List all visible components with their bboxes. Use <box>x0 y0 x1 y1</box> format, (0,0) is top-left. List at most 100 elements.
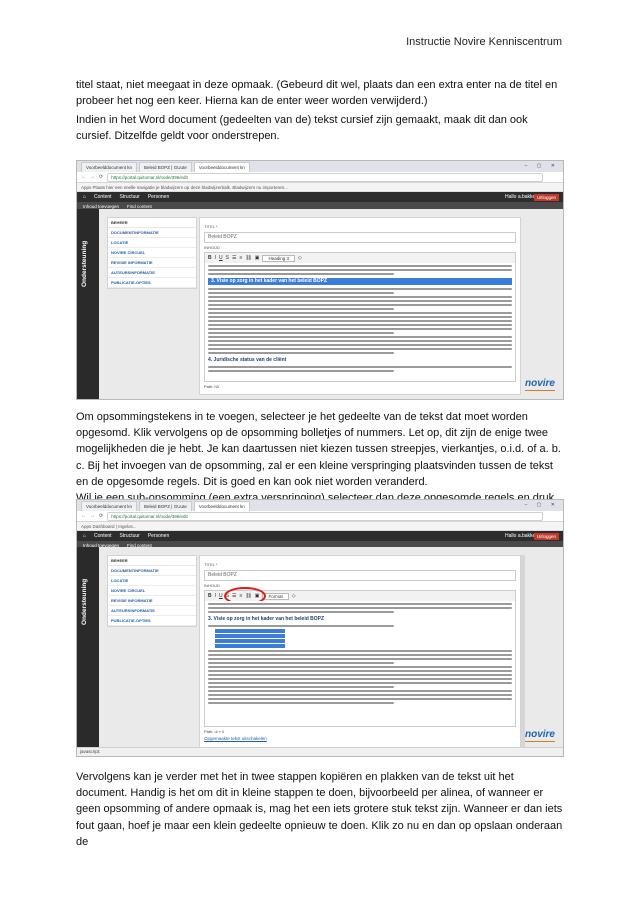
cms-admin-menu: ⌂ Content Structuur Personen Hallo a.bak… <box>77 531 563 541</box>
bookmarks-bar: Apps Plaats hier een snelle navigatie je… <box>77 183 563 192</box>
address-bar: ← → ⟳ https://portal.quitomar.nl/node/39… <box>77 511 563 522</box>
page-header: Instructie Novire Kenniscentrum <box>406 36 562 48</box>
menu-item-people[interactable]: Personen <box>148 194 169 200</box>
underline-icon[interactable]: U <box>219 255 223 261</box>
numbered-list-icon[interactable]: ≡ <box>239 255 242 261</box>
add-content-link[interactable]: Inhoud toevoegen <box>83 204 119 209</box>
paragraph-text: Om opsommingstekens in te voegen, select… <box>76 411 561 488</box>
title-input[interactable]: Beleid BOPZ <box>204 570 516 581</box>
reload-icon[interactable]: ⟳ <box>99 174 103 180</box>
selected-heading: 3. Visie op zorg in het kader van het be… <box>208 278 512 285</box>
browser-tab[interactable]: Voorbeelddocument kn <box>193 501 250 511</box>
bold-icon[interactable]: B <box>208 593 212 599</box>
title-input[interactable]: Beleid BOPZ <box>204 232 516 243</box>
settings-panel: BEHEER DOCUMENTINFORMATIE LOCATIE NOVIRE… <box>107 217 197 289</box>
panel-head: BEHEER <box>108 556 196 566</box>
editor-screenshot-2: Voorbeelddocument kn Beleid BOPZ | GUute… <box>76 499 564 757</box>
title-label: TITEL * <box>204 224 218 229</box>
bookmarks-bar: Apps Dashboard | Ingelos... <box>77 522 563 531</box>
panel-item[interactable]: PUBLICATIE-OPTIES <box>108 616 196 626</box>
element-path: Path: ul » li <box>204 729 224 734</box>
url-input[interactable]: https://portal.quitomar.nl/node/396/edit <box>107 511 543 521</box>
paragraph-text: Vervolgens kan je verder met het in twee… <box>76 771 563 848</box>
window-controls-icon[interactable]: – ▢ ✕ <box>525 502 559 508</box>
content-heading: 4. Juridische status van de cliënt <box>208 357 287 363</box>
link-icon[interactable]: ⛓ <box>245 255 251 261</box>
panel-item[interactable]: NOVIRE CIRCUEL <box>108 248 196 258</box>
panel-item[interactable]: AUTEURSINFORMATIE <box>108 268 196 278</box>
panel-item[interactable]: LOCATIE <box>108 238 196 248</box>
menu-item-structure[interactable]: Structuur <box>120 194 140 200</box>
title-label: TITEL * <box>204 562 218 567</box>
url-input[interactable]: https://portal.quitomar.nl/node/396/edit <box>107 172 543 182</box>
paragraph-title-note: titel staat, niet meegaat in deze opmaak… <box>76 77 564 109</box>
forward-icon[interactable]: → <box>90 513 95 519</box>
element-path: Path: h3 <box>204 384 219 389</box>
window-controls-icon[interactable]: – ▢ ✕ <box>525 163 559 169</box>
disable-rich-text-link[interactable]: Opgemaakte tekst uitschakelen <box>204 736 267 741</box>
selected-list-item <box>215 644 285 648</box>
reload-icon[interactable]: ⟳ <box>99 513 103 519</box>
support-side-tab[interactable]: Ondersteuning <box>77 209 99 399</box>
user-greeting: Hallo a.bakker <box>505 533 537 539</box>
menu-item-structure[interactable]: Structuur <box>120 533 140 539</box>
cms-body: Ondersteuning BEHEER DOCUMENTINFORMATIE … <box>77 547 563 756</box>
format-select[interactable]: Format <box>262 592 289 600</box>
paragraph-copy-paste: Vervolgens kan je verder met het in twee… <box>76 769 564 850</box>
editor-content[interactable]: 3. Visie op zorg in het kader van het be… <box>204 601 516 727</box>
browser-tab[interactable]: Voorbeelddocument kn <box>81 162 138 172</box>
scrollbar[interactable] <box>521 555 525 752</box>
browser-tab[interactable]: Voorbeelddocument kn <box>81 501 138 511</box>
body-label: INHOUD <box>204 245 220 250</box>
content-heading: 3. Visie op zorg in het kader van het be… <box>208 616 325 622</box>
browser-tabbar: Voorbeelddocument kn Beleid BOPZ | GUute… <box>77 161 563 172</box>
novire-logo: novire <box>524 729 555 742</box>
italic-icon[interactable]: I <box>215 593 216 599</box>
logout-button[interactable]: Uitloggen <box>533 532 559 540</box>
panel-item[interactable]: REVISIE INFORMATIE <box>108 596 196 606</box>
source-icon[interactable]: ◇ <box>292 593 296 599</box>
panel-item[interactable]: LOCATIE <box>108 576 196 586</box>
menu-item-content[interactable]: Content <box>94 533 112 539</box>
paragraph-text: Indien in het Word document (gedeelten v… <box>76 114 528 143</box>
browser-tab[interactable]: Beleid BOPZ | GUute <box>139 501 192 511</box>
underline-icon[interactable]: U <box>219 593 223 599</box>
panel-item[interactable]: PUBLICATIE-OPTIES <box>108 278 196 288</box>
bullet-list-icon[interactable]: ☰ <box>232 255 236 261</box>
forward-icon[interactable]: → <box>90 174 95 180</box>
find-content-link[interactable]: Find content <box>127 204 152 209</box>
home-icon[interactable]: ⌂ <box>83 194 86 200</box>
panel-item[interactable]: DOCUMENTINFORMATIE <box>108 566 196 576</box>
source-icon[interactable]: ◇ <box>298 255 302 261</box>
logout-button[interactable]: Uitloggen <box>533 193 559 201</box>
selected-list-item <box>215 639 285 643</box>
body-label: INHOUD <box>204 583 220 588</box>
selected-list-item <box>215 629 285 633</box>
browser-tab[interactable]: Beleid BOPZ | GUute <box>139 162 192 172</box>
home-icon[interactable]: ⌂ <box>83 533 86 539</box>
panel-item[interactable]: DOCUMENTINFORMATIE <box>108 228 196 238</box>
novire-logo: novire <box>524 378 555 391</box>
paragraph-text: titel staat, niet meegaat in deze opmaak… <box>76 79 558 108</box>
editor-content[interactable]: 3. Visie op zorg in het kader van het be… <box>204 263 516 382</box>
panel-item[interactable]: REVISIE INFORMATIE <box>108 258 196 268</box>
bold-icon[interactable]: B <box>208 255 212 261</box>
cms-body: Ondersteuning BEHEER DOCUMENTINFORMATIE … <box>77 209 563 399</box>
italic-icon[interactable]: I <box>215 255 216 261</box>
cms-admin-menu: ⌂ Content Structuur Personen Hallo a.bak… <box>77 192 563 202</box>
settings-panel: BEHEER DOCUMENTINFORMATIE LOCATIE NOVIRE… <box>107 555 197 627</box>
menu-item-people[interactable]: Personen <box>148 533 169 539</box>
address-bar: ← → ⟳ https://portal.quitomar.nl/node/39… <box>77 172 563 183</box>
strike-icon[interactable]: S <box>226 255 229 261</box>
browser-tab[interactable]: Voorbeelddocument kn <box>193 162 250 172</box>
panel-item[interactable]: NOVIRE CIRCUEL <box>108 586 196 596</box>
back-icon[interactable]: ← <box>81 174 86 180</box>
editor-screenshot-1: Voorbeelddocument kn Beleid BOPZ | GUute… <box>76 160 564 400</box>
format-select[interactable]: Heading 3 <box>262 254 296 262</box>
panel-item[interactable]: AUTEURSINFORMATIE <box>108 606 196 616</box>
back-icon[interactable]: ← <box>81 513 86 519</box>
support-side-tab[interactable]: Ondersteuning <box>77 547 99 756</box>
node-edit-form: TITEL * Beleid BOPZ INHOUD B I U S ☰ ≡ ⛓… <box>199 555 521 752</box>
image-icon[interactable]: ▣ <box>255 255 260 261</box>
menu-item-content[interactable]: Content <box>94 194 112 200</box>
